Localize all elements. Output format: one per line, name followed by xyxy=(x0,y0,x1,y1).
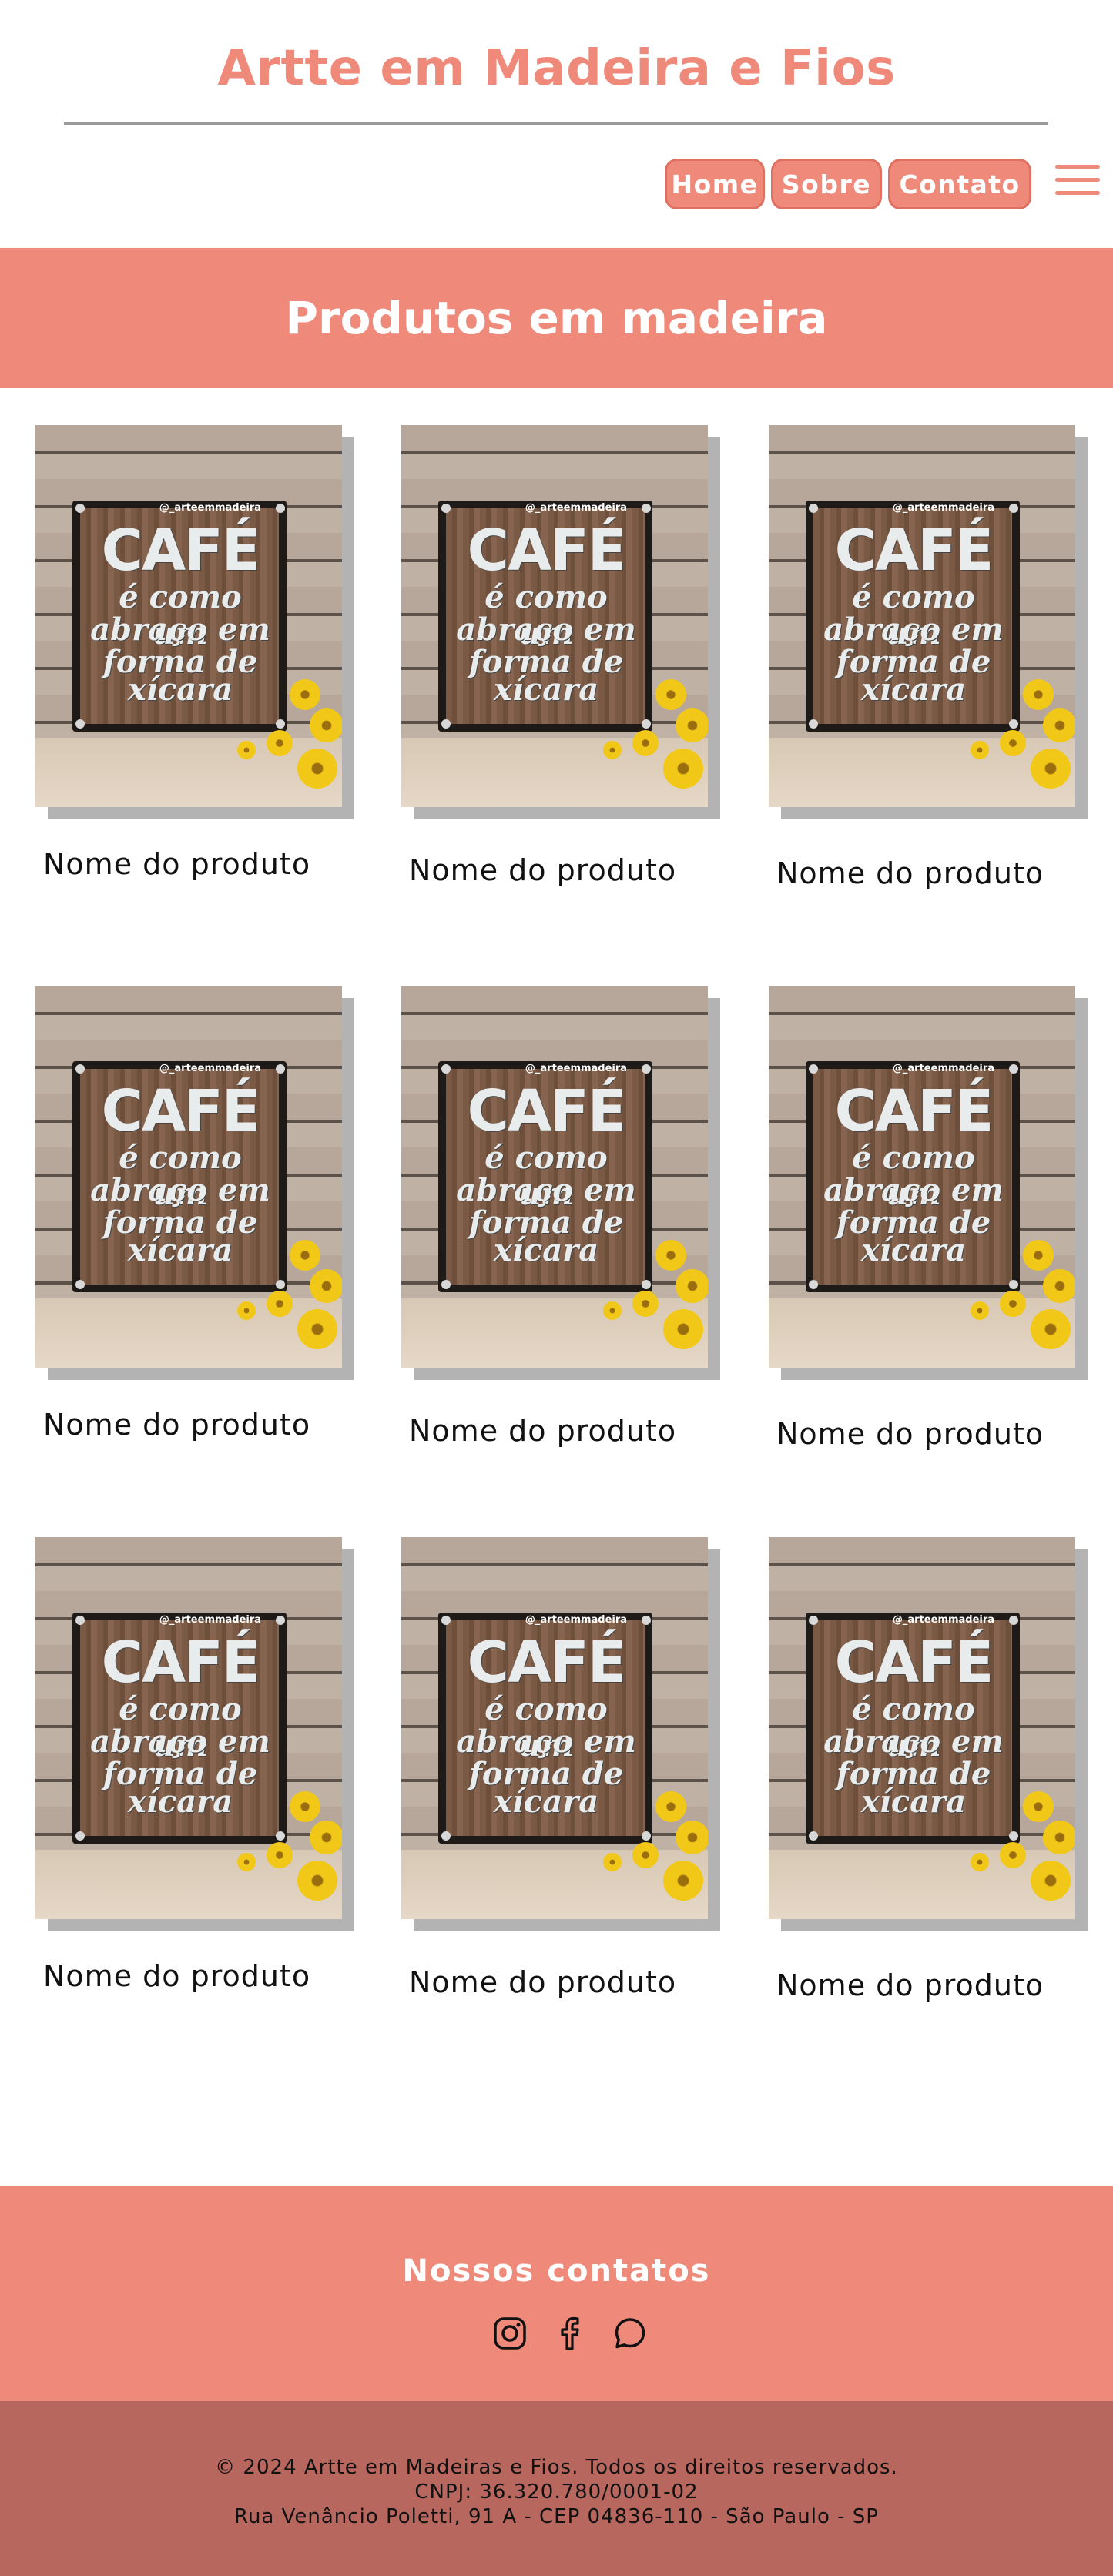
product-image[interactable]: @_arteemmadeira CAFÉ é como um abraço em for… xyxy=(35,986,342,1368)
cnpj-text: CNPJ: 36.320.780/0001-02 xyxy=(414,2481,699,2504)
product-image[interactable]: @_arteemmadeira CAFÉ é como um abraço em for… xyxy=(401,425,708,807)
footer-legal: © 2024 Artte em Madeiras e Fios. Todos o… xyxy=(0,2401,1113,2576)
site-title: Artte em Madeira e Fios xyxy=(217,40,896,97)
social-links xyxy=(491,2315,649,2352)
product-name[interactable]: Nome do produto xyxy=(776,1968,1100,2002)
product-image[interactable]: @_arteemmadeira CAFÉ é como um abraço em for… xyxy=(35,425,342,807)
product-name[interactable]: Nome do produto xyxy=(776,856,1100,890)
nav-home-button[interactable]: Home xyxy=(665,159,765,209)
nav-contato-button[interactable]: Contato xyxy=(888,159,1031,209)
instagram-icon[interactable] xyxy=(491,2315,528,2352)
product-name[interactable]: Nome do produto xyxy=(776,1417,1100,1451)
title-divider xyxy=(64,122,1048,125)
product-name[interactable]: Nome do produto xyxy=(43,1959,367,1993)
address-text: Rua Venâncio Poletti, 91 A - CEP 04836-1… xyxy=(234,2505,879,2528)
footer-contacts: Nossos contatos xyxy=(0,2186,1113,2401)
product-image[interactable]: @_arteemmadeira CAFÉ é como um abraço em for… xyxy=(769,1537,1075,1919)
product-name[interactable]: Nome do produto xyxy=(409,1414,733,1448)
products-banner: Produtos em madeira xyxy=(0,248,1113,388)
whatsapp-icon[interactable] xyxy=(612,2315,649,2352)
hamburger-menu-icon[interactable] xyxy=(1055,165,1100,199)
product-image[interactable]: @_arteemmadeira CAFÉ é como um abraço em for… xyxy=(35,1537,342,1919)
product-name[interactable]: Nome do produto xyxy=(409,1965,733,1999)
main-nav: Home Sobre Contato xyxy=(665,159,1031,209)
product-name[interactable]: Nome do produto xyxy=(43,1408,367,1442)
product-image[interactable]: @_arteemmadeira CAFÉ é como um abraço em for… xyxy=(769,986,1075,1368)
nav-sobre-button[interactable]: Sobre xyxy=(771,159,882,209)
product-name[interactable]: Nome do produto xyxy=(409,853,733,887)
facebook-icon[interactable] xyxy=(551,2315,588,2352)
product-image[interactable]: @_arteemmadeira CAFÉ é como um abraço em for… xyxy=(769,425,1075,807)
banner-title: Produtos em madeira xyxy=(285,292,828,344)
footer-title: Nossos contatos xyxy=(402,2253,711,2289)
copyright-text: © 2024 Artte em Madeiras e Fios. Todos o… xyxy=(215,2456,898,2479)
product-image[interactable]: @_arteemmadeira CAFÉ é como um abraço em for… xyxy=(401,986,708,1368)
product-image[interactable]: @_arteemmadeira CAFÉ é como um abraço em for… xyxy=(401,1537,708,1919)
product-name[interactable]: Nome do produto xyxy=(43,847,367,881)
site-header: Artte em Madeira e Fios Home Sobre Conta… xyxy=(0,0,1113,246)
